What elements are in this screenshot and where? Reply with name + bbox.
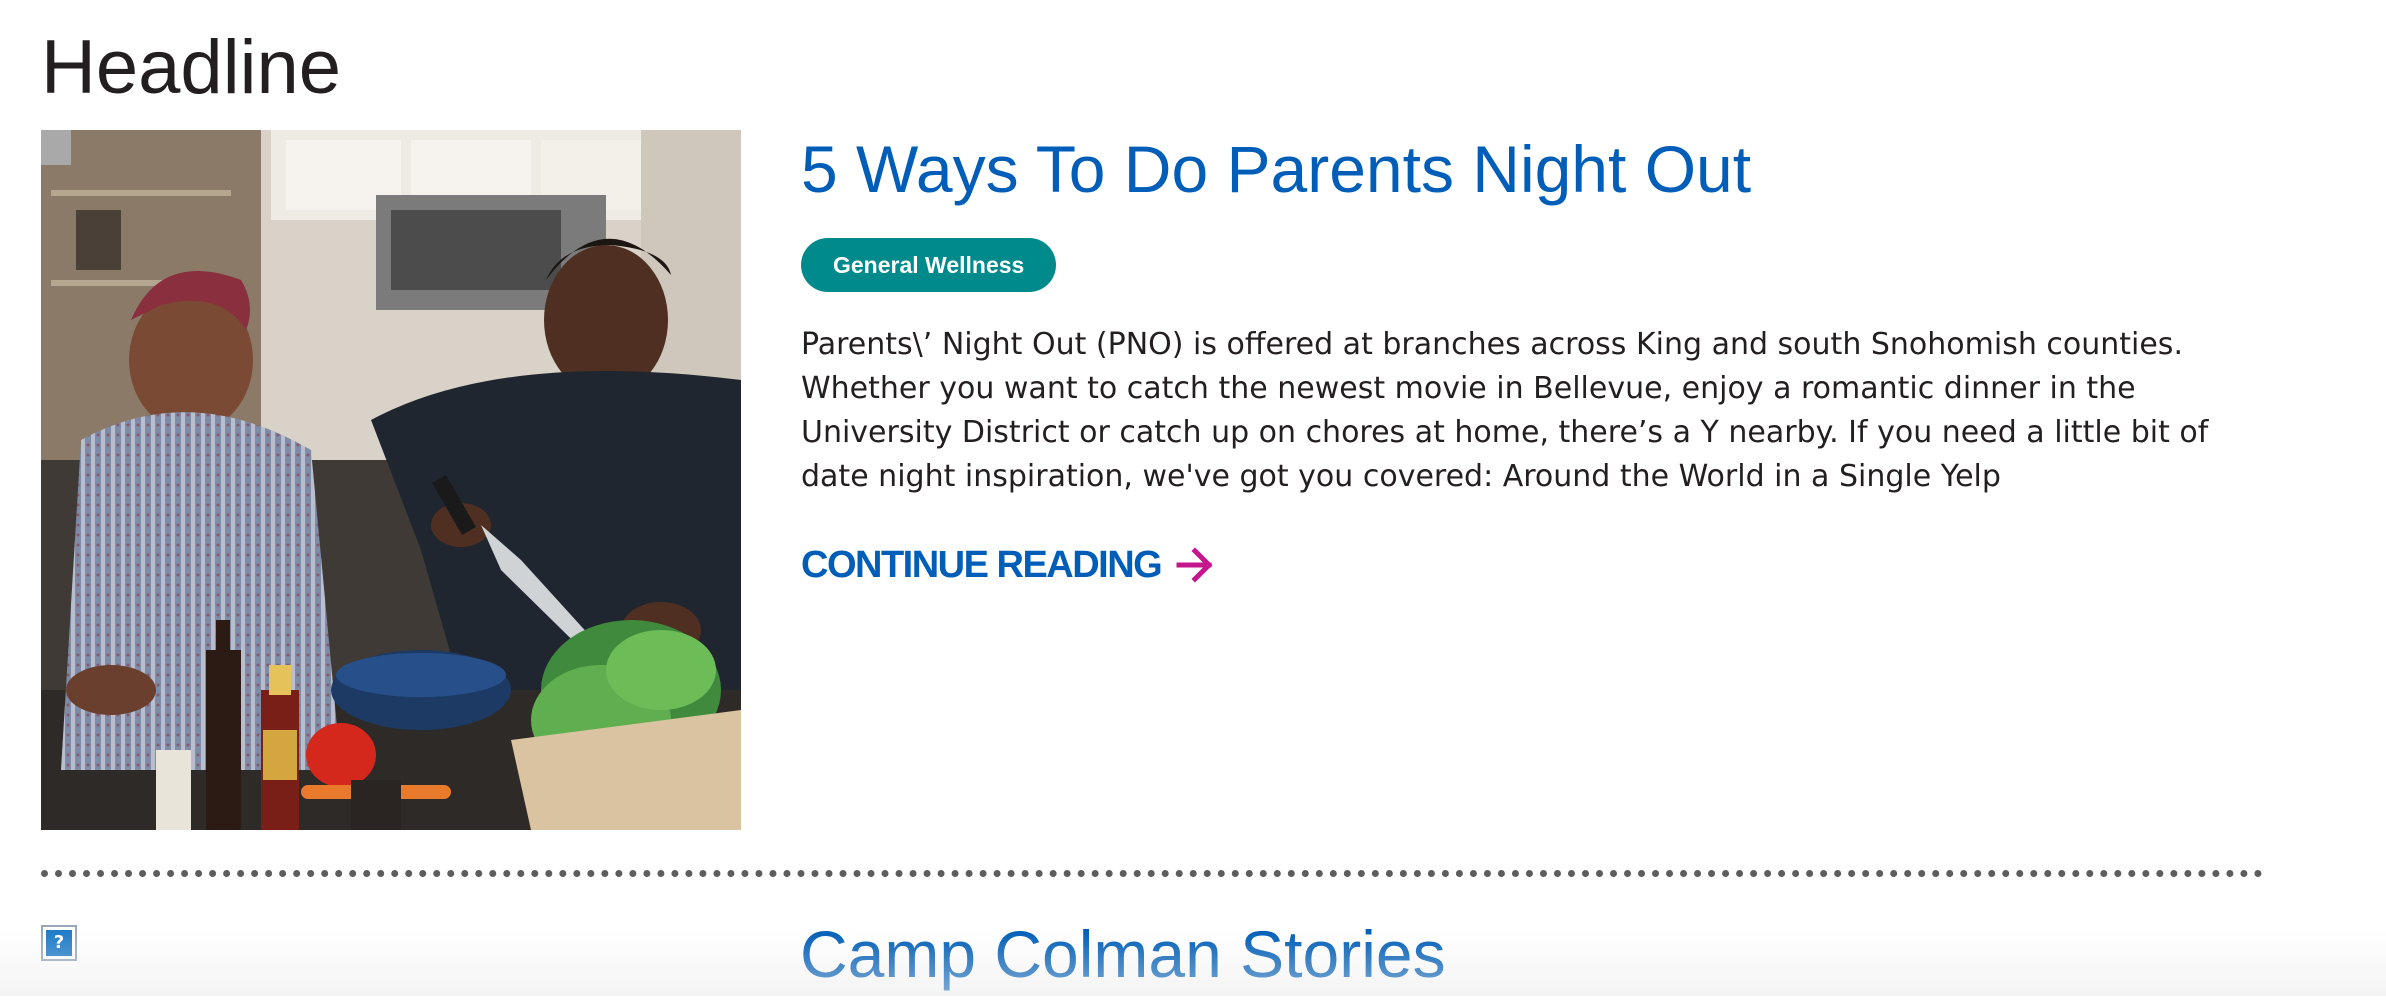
continue-reading-link[interactable]: CONTINUE READING (801, 543, 1215, 587)
arrow-right-icon (1175, 547, 1215, 583)
page-heading: Headline (41, 25, 341, 110)
kitchen-photo-illustration (41, 130, 741, 830)
section-divider (41, 870, 2263, 877)
article-excerpt: Parents\’ Night Out (PNO) is offered at … (801, 327, 2209, 494)
next-article-title-link[interactable]: Camp Colman Stories (800, 908, 1446, 1000)
article-card: 5 Ways To Do Parents Night Out General W… (41, 130, 2261, 830)
article-image[interactable] (41, 130, 741, 830)
category-tag[interactable]: General Wellness (801, 238, 1057, 292)
continue-reading-label: CONTINUE READING (801, 543, 1163, 586)
article-title-link[interactable]: 5 Ways To Do Parents Night Out (801, 130, 1751, 208)
broken-image-glyph: ? (46, 930, 72, 956)
broken-image-icon[interactable]: ? (41, 925, 77, 961)
